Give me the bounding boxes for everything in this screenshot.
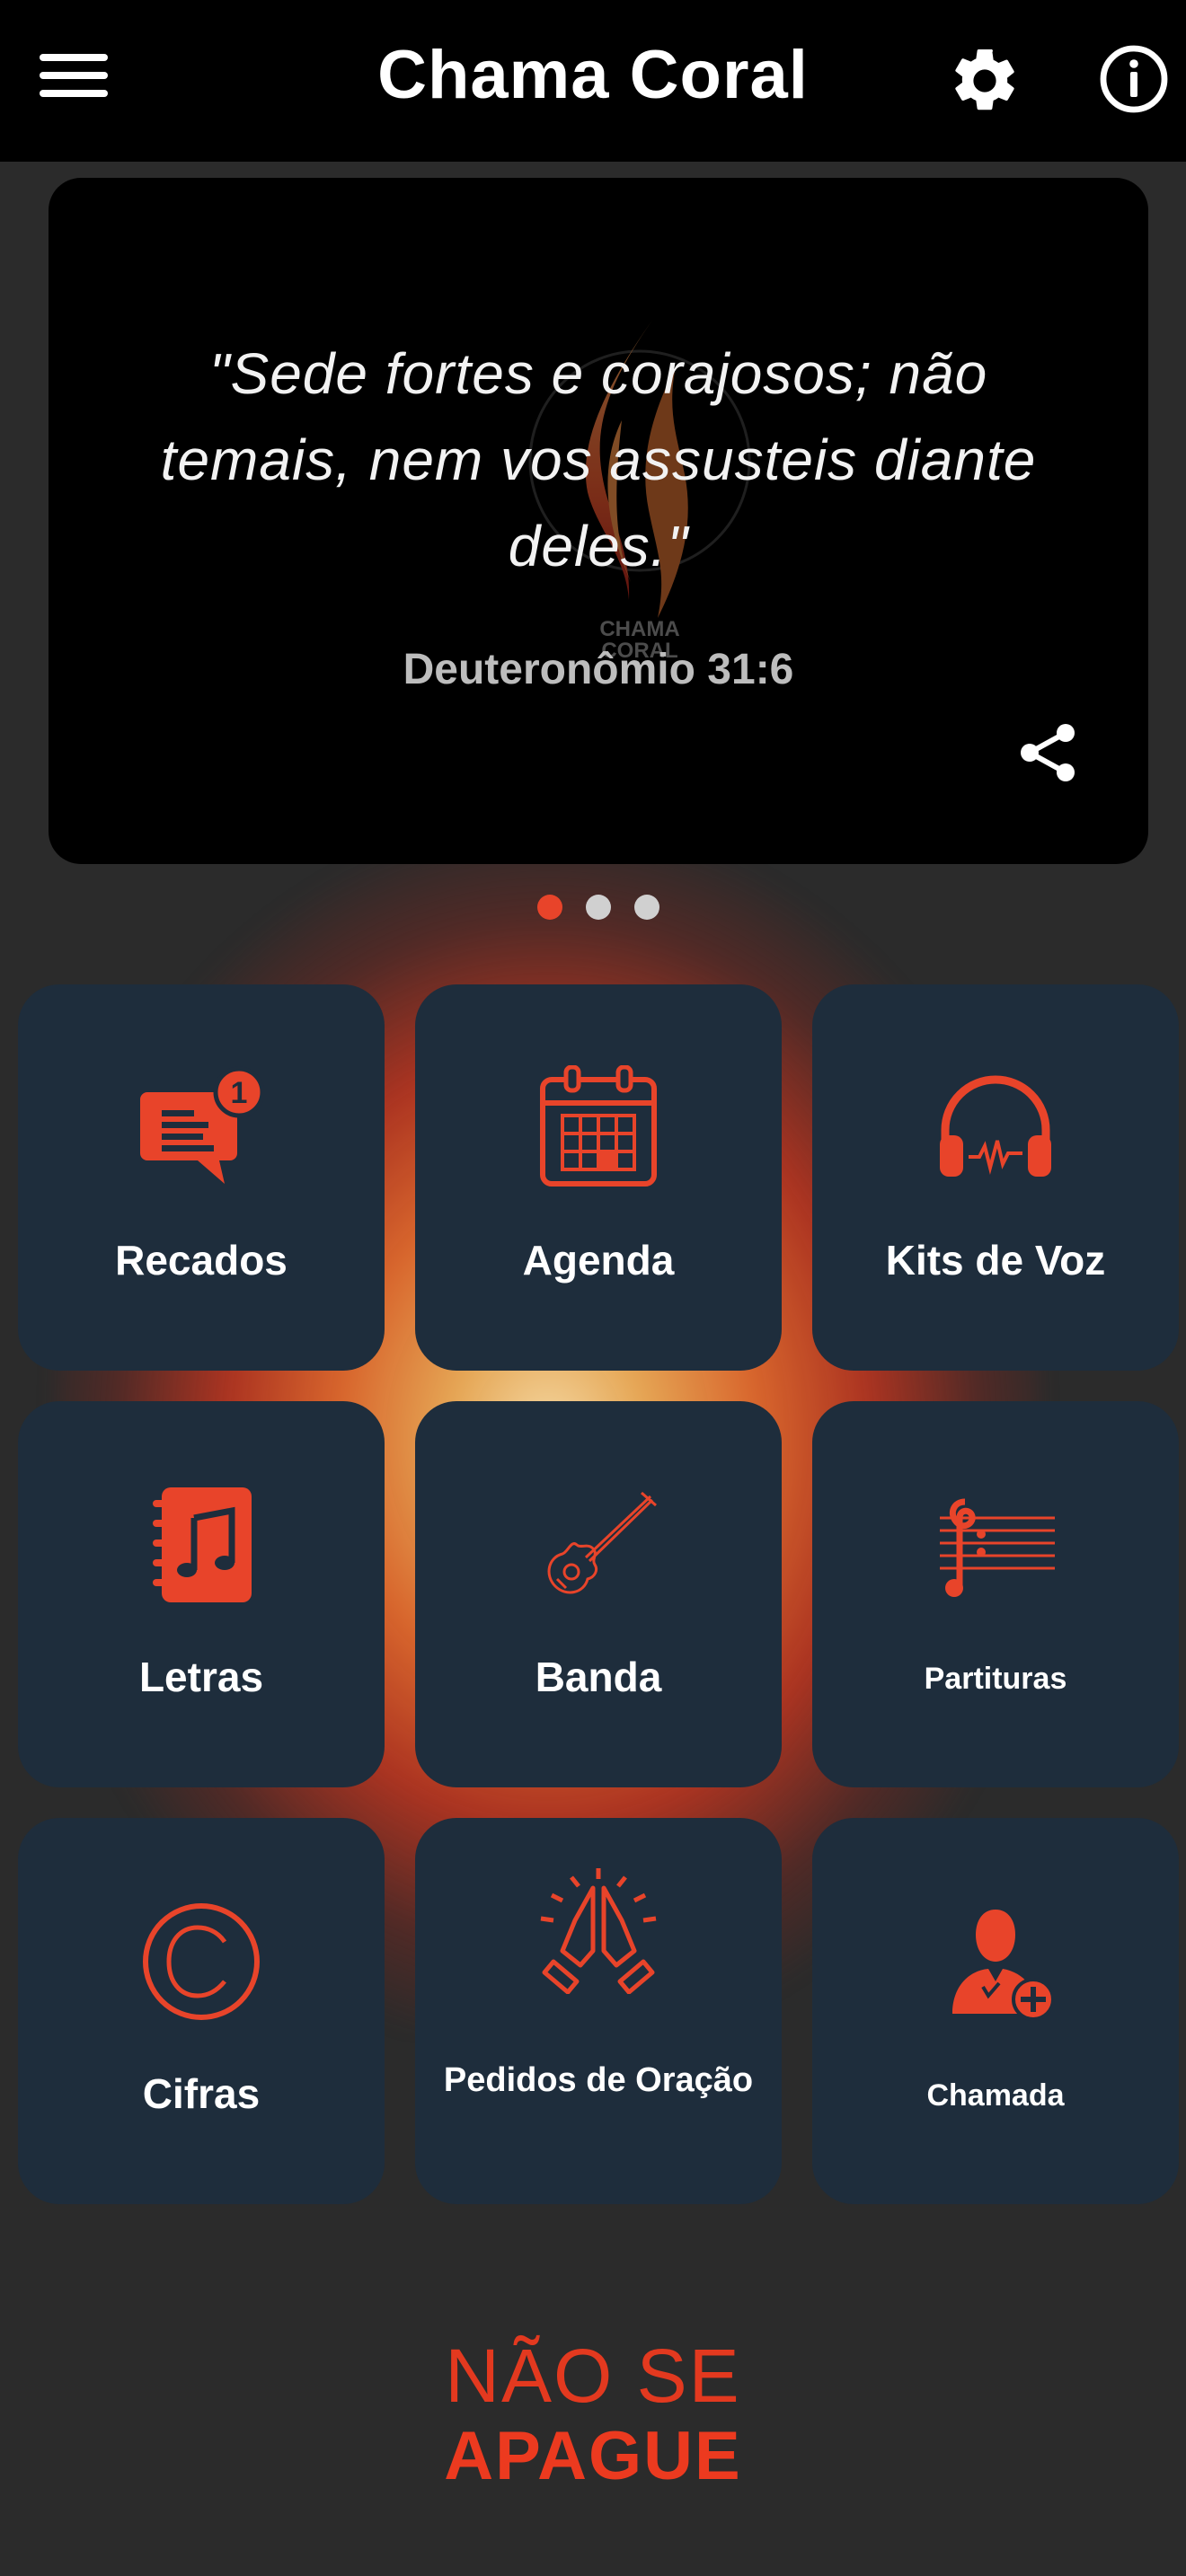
home-screen: Chama Coral CHAMA CORAL "Sede fortes e c… bbox=[0, 0, 1186, 2576]
slogan-line-2: APAGUE bbox=[444, 2418, 742, 2494]
verse-carousel-card[interactable]: CHAMA CORAL "Sede fortes e corajosos; nã… bbox=[49, 178, 1148, 864]
tile-label: Chamada bbox=[926, 2078, 1065, 2113]
tile-label: Cifras bbox=[142, 2070, 261, 2117]
praying-hands-icon bbox=[540, 1868, 657, 1994]
message-icon: 1 bbox=[140, 1066, 264, 1184]
tile-chamada[interactable]: Chamada bbox=[812, 1818, 1179, 2204]
headphones-icon bbox=[940, 1075, 1051, 1177]
tile-label: Kits de Voz bbox=[885, 1237, 1106, 1284]
info-icon[interactable] bbox=[1098, 43, 1170, 115]
copyright-icon bbox=[143, 1903, 260, 2020]
carousel-dot-2[interactable] bbox=[586, 895, 611, 920]
tile-label: Recados bbox=[115, 1237, 288, 1284]
tile-label: Pedidos de Oração bbox=[443, 2061, 754, 2099]
tile-label: Banda bbox=[535, 1654, 662, 1700]
tile-label: Agenda bbox=[522, 1237, 675, 1284]
music-book-icon bbox=[153, 1487, 252, 1602]
tile-label: Letras bbox=[138, 1654, 264, 1700]
carousel-dot-1[interactable] bbox=[537, 895, 562, 920]
tile-partituras[interactable]: Partituras bbox=[812, 1401, 1179, 1787]
verse-reference: Deuteronômio 31:6 bbox=[403, 646, 794, 693]
carousel-dot-3[interactable] bbox=[634, 895, 659, 920]
tile-recados[interactable]: 1 Recados bbox=[18, 984, 385, 1371]
footer-slogan: NÃO SE APAGUE bbox=[0, 2335, 1186, 2497]
tile-kits-de-voz[interactable]: Kits de Voz bbox=[812, 984, 1179, 1371]
calendar-icon bbox=[540, 1065, 657, 1187]
app-header: Chama Coral bbox=[0, 0, 1186, 162]
tile-agenda[interactable]: Agenda bbox=[415, 984, 782, 1371]
carousel-page-indicator bbox=[530, 895, 665, 925]
share-icon[interactable] bbox=[1012, 717, 1084, 789]
tile-label: Partituras bbox=[924, 1662, 1067, 1696]
verse-text: "Sede fortes e corajosos; não temais, ne… bbox=[160, 341, 1037, 578]
logo-wordmark: CHAMA bbox=[599, 617, 679, 641]
tile-banda[interactable]: Banda bbox=[415, 1401, 782, 1787]
add-user-icon bbox=[952, 1910, 1055, 2021]
sheet-music-icon bbox=[940, 1498, 1055, 1597]
tile-letras[interactable]: Letras bbox=[18, 1401, 385, 1787]
slogan-line-1: NÃO SE bbox=[445, 2333, 741, 2418]
tile-pedidos-de-oracao[interactable]: Pedidos de Oração bbox=[415, 1818, 782, 2204]
guitar-icon bbox=[547, 1491, 657, 1594]
recados-badge: 1 bbox=[231, 1076, 248, 1110]
tile-cifras[interactable]: Cifras bbox=[18, 1818, 385, 2204]
gear-icon[interactable] bbox=[947, 43, 1022, 119]
